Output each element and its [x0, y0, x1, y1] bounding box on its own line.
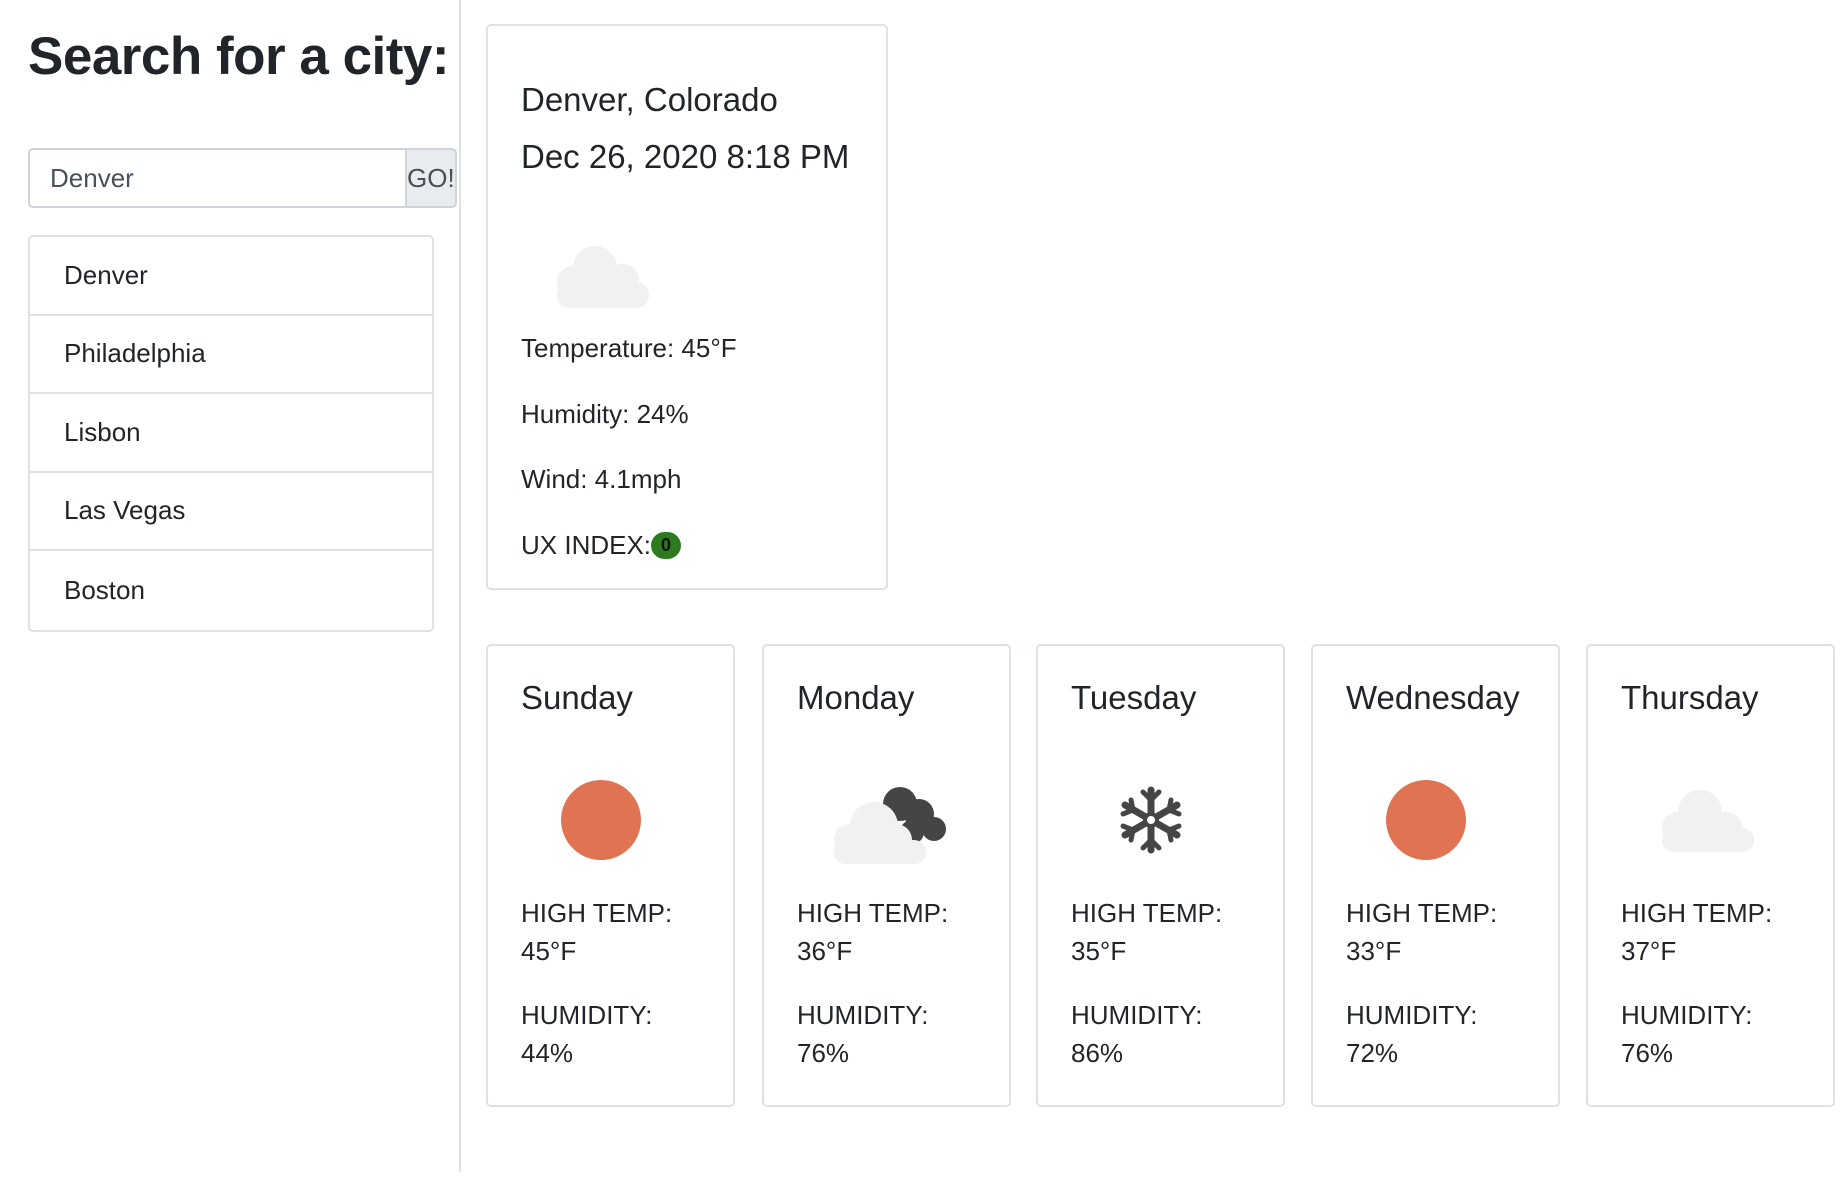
high-temp-value: 37°F — [1621, 936, 1677, 966]
humidity-value: 72% — [1346, 1038, 1399, 1068]
go-button[interactable]: GO! — [405, 148, 457, 208]
sun-icon — [1313, 774, 1558, 864]
city-search-input[interactable] — [28, 148, 405, 208]
cloud-icon — [1588, 774, 1833, 864]
current-wind: Wind: 4.1mph — [521, 464, 682, 494]
high-temp-label: HIGH TEMP: — [521, 898, 673, 928]
high-temp-label: HIGH TEMP: — [1071, 898, 1223, 928]
city-item-boston[interactable]: Boston — [30, 551, 432, 630]
city-history-list: Denver Philadelphia Lisbon Las Vegas Bos… — [28, 235, 434, 632]
forecast-day: Thursday — [1621, 679, 1759, 716]
city-item-lisbon[interactable]: Lisbon — [30, 394, 432, 473]
humidity-label: HUMIDITY: — [1621, 1000, 1753, 1030]
city-item-philadelphia[interactable]: Philadelphia — [30, 316, 432, 394]
city-search-form: GO! — [28, 148, 457, 208]
high-temp-value: 45°F — [521, 936, 577, 966]
current-temperature: Temperature: 45°F — [521, 333, 737, 363]
ux-index-label: UX INDEX: — [521, 530, 652, 560]
humidity-value: 76% — [797, 1038, 850, 1068]
forecast-card: Thursday HIGH TEMP: 37°F HUMIDITY: 76% — [1586, 644, 1835, 1107]
high-temp-label: HIGH TEMP: — [1346, 898, 1498, 928]
current-humidity: Humidity: 24% — [521, 399, 689, 429]
forecast-card: Sunday HIGH TEMP: 45°F HUMIDITY: 44% — [486, 644, 735, 1107]
high-temp-label: HIGH TEMP: — [797, 898, 949, 928]
ux-index-badge: 0 — [651, 531, 682, 559]
sun-icon — [488, 774, 733, 864]
forecast-day: Tuesday — [1071, 679, 1197, 716]
humidity-value: 44% — [521, 1038, 574, 1068]
cloudy-icon — [764, 774, 1009, 864]
weather-dashboard: Search for a city: GO! Denver Philadelph… — [0, 0, 1846, 1200]
sidebar: Search for a city: GO! Denver Philadelph… — [0, 0, 461, 1172]
high-temp-label: HIGH TEMP: — [1621, 898, 1773, 928]
search-heading: Search for a city: — [28, 27, 450, 86]
current-datetime: Dec 26, 2020 8:18 PM — [521, 138, 850, 175]
forecast-day: Monday — [797, 679, 915, 716]
high-temp-value: 33°F — [1346, 936, 1402, 966]
forecast-card: Tuesday HIGH TEMP: 35°F HUMIDITY: 86% — [1036, 644, 1285, 1107]
high-temp-value: 36°F — [797, 936, 853, 966]
current-location: Denver, Colorado — [521, 81, 778, 118]
humidity-value: 76% — [1621, 1038, 1674, 1068]
humidity-label: HUMIDITY: — [1071, 1000, 1203, 1030]
snowflake-icon — [1038, 774, 1283, 864]
current-weather-card: Denver, Colorado Dec 26, 2020 8:18 PM Te… — [486, 24, 888, 590]
city-item-las-vegas[interactable]: Las Vegas — [30, 473, 432, 551]
high-temp-value: 35°F — [1071, 936, 1127, 966]
humidity-label: HUMIDITY: — [797, 1000, 929, 1030]
forecast-day: Wednesday — [1346, 679, 1520, 716]
forecast-card: Wednesday HIGH TEMP: 33°F HUMIDITY: 72% — [1311, 644, 1560, 1107]
forecast-day: Sunday — [521, 679, 633, 716]
humidity-label: HUMIDITY: — [521, 1000, 653, 1030]
forecast-card: Monday HIGH TEMP: 36°F HUMIDITY: 76% — [762, 644, 1011, 1107]
humidity-value: 86% — [1071, 1038, 1124, 1068]
humidity-label: HUMIDITY: — [1346, 1000, 1478, 1030]
cloud-icon — [553, 238, 653, 313]
city-item-denver[interactable]: Denver — [30, 237, 432, 316]
ux-index: UX INDEX: 0 — [521, 530, 682, 561]
